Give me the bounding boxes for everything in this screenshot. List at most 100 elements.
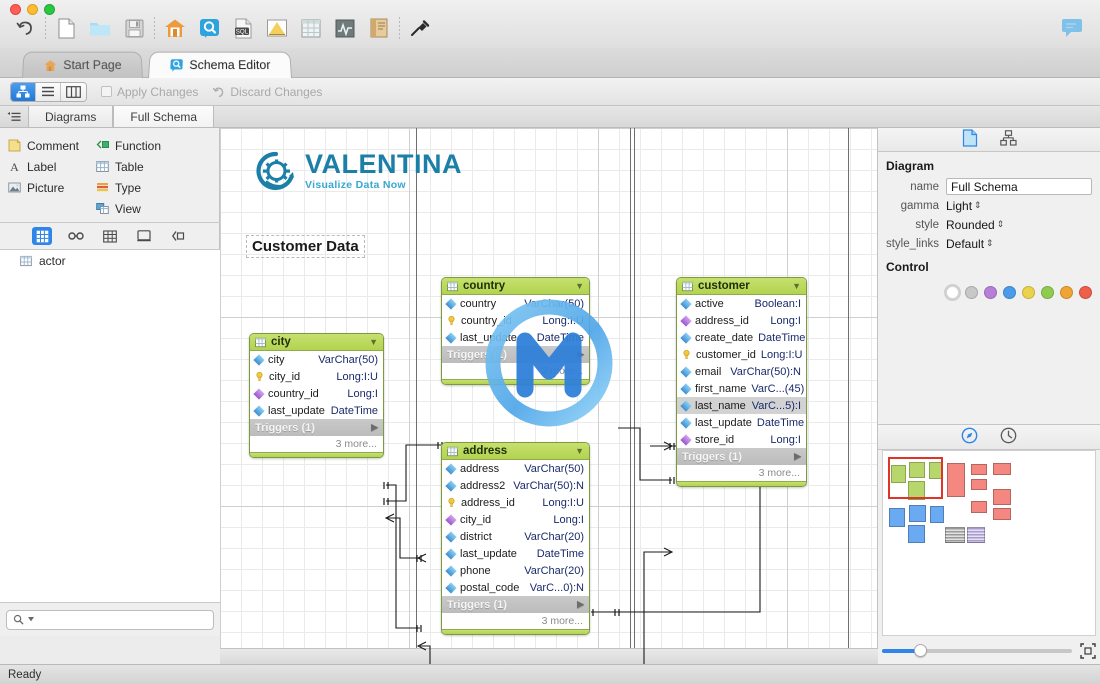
style-links-select[interactable]: Default ⇕ [946, 237, 994, 251]
er-field-row[interactable]: email VarChar(50):N [677, 363, 806, 380]
color-swatch-0[interactable] [946, 286, 959, 299]
diagram-properties-tab[interactable] [962, 129, 978, 150]
er-field-row[interactable]: last_update DateTime [442, 545, 589, 562]
discard-changes-button[interactable]: Discard Changes [212, 85, 322, 99]
schema-structure-tab[interactable] [999, 130, 1017, 149]
er-field-row[interactable]: postal_code VarC...0):N [442, 579, 589, 596]
palette-item-view[interactable]: View [96, 201, 161, 216]
open-folder-button[interactable] [83, 14, 117, 42]
expand-arrow-icon[interactable]: ▶ [577, 599, 584, 610]
diagram-canvas[interactable]: VALENTINA Visualize Data Now Customer Da… [220, 128, 878, 664]
column-view-button[interactable] [61, 82, 86, 101]
minimap-viewport[interactable] [888, 457, 943, 499]
er-more-row[interactable]: 3 more... [677, 465, 806, 481]
er-field-row[interactable]: last_name VarC...5):I [677, 397, 806, 414]
history-tab[interactable] [1000, 427, 1017, 447]
color-swatch-2[interactable] [984, 286, 997, 299]
palette-item-function[interactable]: Function [96, 138, 161, 153]
schema-object-list[interactable]: actor [0, 250, 220, 602]
expand-arrow-icon[interactable]: ▶ [371, 422, 378, 433]
list-item[interactable]: actor [0, 250, 220, 272]
forms-filter-button[interactable] [134, 227, 154, 245]
er-field-row[interactable]: phone VarChar(20) [442, 562, 589, 579]
er-field-row[interactable]: create_date DateTime [677, 329, 806, 346]
functions-filter-button[interactable] [168, 227, 188, 245]
er-triggers-row[interactable]: Triggers (1) ▶ [677, 448, 806, 465]
color-swatch-1[interactable] [965, 286, 978, 299]
gamma-select[interactable]: Light ⇕ [946, 199, 982, 213]
apply-changes-button[interactable]: Apply Changes [101, 85, 198, 99]
er-table-customer[interactable]: customer ▼ active Boolean:I address_id Long:I… [676, 277, 807, 487]
list-view-button[interactable] [36, 82, 61, 101]
datatable-button[interactable] [294, 14, 328, 42]
color-swatch-5[interactable] [1041, 286, 1054, 299]
palette-item-table[interactable]: Table [96, 159, 161, 174]
navigator-tab[interactable] [961, 427, 978, 447]
er-field-row[interactable]: customer_id Long:I:U [677, 346, 806, 363]
save-button[interactable] [117, 14, 151, 42]
collapse-caret-icon[interactable]: ▼ [792, 281, 801, 291]
er-field-row[interactable]: last_update DateTime [677, 414, 806, 431]
er-field-row[interactable]: country VarChar(50) [442, 295, 589, 312]
home-button[interactable] [158, 14, 192, 42]
undo-button[interactable] [8, 14, 42, 42]
schema-tab-full-schema[interactable]: Full Schema [113, 106, 215, 127]
palette-item-comment[interactable]: Comment [8, 138, 96, 153]
expand-arrow-icon[interactable]: ▶ [794, 451, 801, 462]
er-table-header[interactable]: address ▼ [442, 443, 589, 460]
connect-button[interactable] [403, 14, 437, 42]
er-table-header[interactable]: city ▼ [250, 334, 383, 351]
collapse-caret-icon[interactable]: ▼ [575, 446, 584, 456]
er-field-row[interactable]: last_update DateTime [442, 329, 589, 346]
schema-tab-diagrams[interactable]: Diagrams [28, 106, 114, 127]
er-triggers-row[interactable]: Triggers (1) ▶ [442, 596, 589, 613]
er-field-row[interactable]: address VarChar(50) [442, 460, 589, 477]
chat-bubble-icon[interactable] [1058, 16, 1086, 40]
tab-start-page[interactable]: Start Page [22, 51, 144, 78]
er-field-row[interactable]: last_update DateTime [250, 402, 383, 419]
er-field-row[interactable]: country_id Long:I:U [442, 312, 589, 329]
zoom-slider-knob[interactable] [914, 644, 927, 657]
palette-item-label[interactable]: A Label [8, 159, 96, 174]
sql-button[interactable]: SQL [226, 14, 260, 42]
er-table-address[interactable]: address ▼ address VarChar(50) address2 VarCha… [441, 442, 590, 635]
color-swatch-3[interactable] [1003, 286, 1016, 299]
diagram-name-input[interactable]: Full Schema [946, 178, 1092, 195]
tables-filter-button[interactable] [32, 227, 52, 245]
er-triggers-row[interactable]: Triggers (1) ▶ [250, 419, 383, 436]
er-table-header[interactable]: country ▼ [442, 278, 589, 295]
style-select[interactable]: Rounded ⇕ [946, 218, 1004, 232]
palette-item-type[interactable]: Type [96, 180, 161, 195]
collapse-caret-icon[interactable]: ▼ [575, 281, 584, 291]
er-table-header[interactable]: customer ▼ [677, 278, 806, 295]
er-more-row[interactable]: 3 more... [442, 613, 589, 629]
er-field-row[interactable]: first_name VarC...(45) [677, 380, 806, 397]
color-swatch-7[interactable] [1079, 286, 1092, 299]
links-filter-button[interactable] [66, 227, 86, 245]
er-field-row[interactable]: city VarChar(50) [250, 351, 383, 368]
er-field-row[interactable]: city_id Long:I [442, 511, 589, 528]
er-triggers-row[interactable]: Triggers (1) ▶ [442, 346, 589, 363]
view-mode-segmented-control[interactable] [10, 81, 87, 102]
search-input[interactable] [6, 609, 214, 630]
zoom-slider[interactable] [882, 644, 1072, 657]
palette-item-picture[interactable]: Picture [8, 180, 96, 195]
views-filter-button[interactable] [100, 227, 120, 245]
er-table-city[interactable]: city ▼ city VarChar(50) city_id Long:I:U count… [249, 333, 384, 458]
er-table-country[interactable]: country ▼ country VarChar(50) country_id Long… [441, 277, 590, 385]
er-field-row[interactable]: district VarChar(20) [442, 528, 589, 545]
er-field-row[interactable]: address2 VarChar(50):N [442, 477, 589, 494]
er-field-row[interactable]: address_id Long:I:U [442, 494, 589, 511]
color-swatch-6[interactable] [1060, 286, 1073, 299]
er-field-row[interactable]: address_id Long:I [677, 312, 806, 329]
tab-schema-editor[interactable]: Schema Editor [148, 51, 292, 78]
color-swatch-4[interactable] [1022, 286, 1035, 299]
er-field-row[interactable]: country_id Long:I [250, 385, 383, 402]
er-field-row[interactable]: active Boolean:I [677, 295, 806, 312]
diagram-button[interactable] [260, 14, 294, 42]
er-field-row[interactable]: city_id Long:I:U [250, 368, 383, 385]
fit-to-window-icon[interactable] [1080, 643, 1096, 659]
er-more-row[interactable]: 3 more... [250, 436, 383, 452]
expand-arrow-icon[interactable]: ▶ [577, 349, 584, 360]
diagram-view-button[interactable] [11, 82, 36, 101]
